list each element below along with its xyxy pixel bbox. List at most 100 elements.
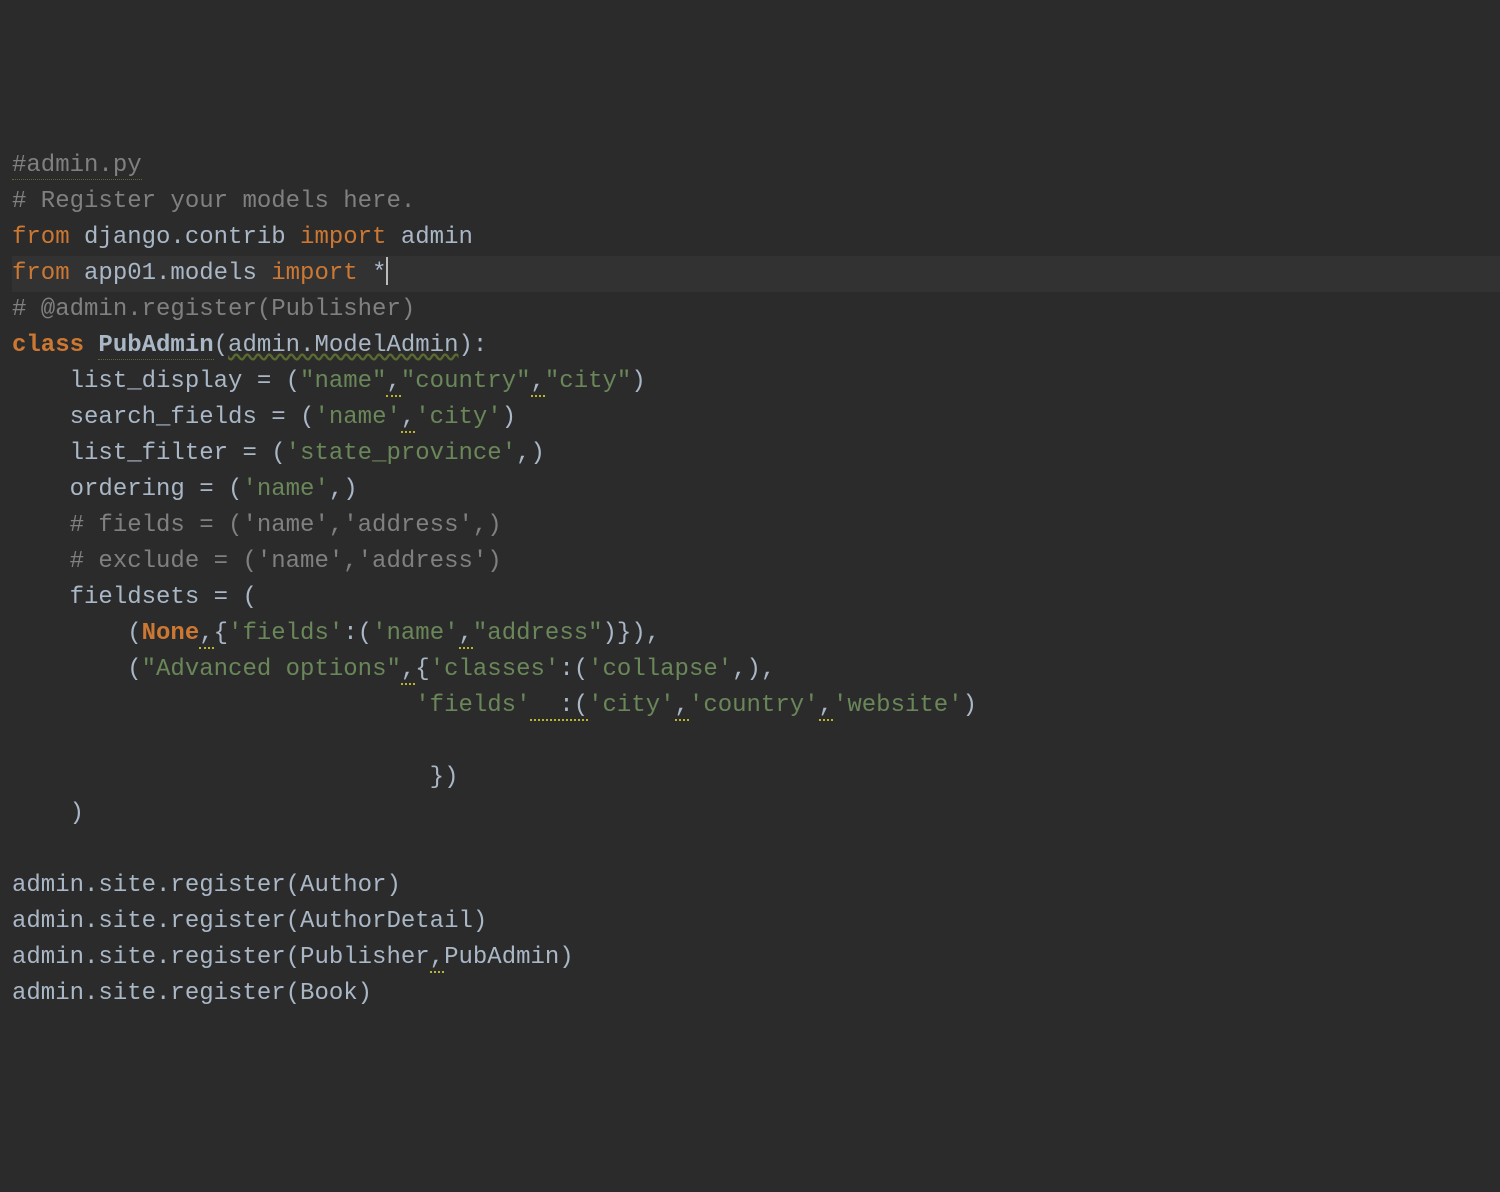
attr-assign: list_display = ( bbox=[70, 368, 300, 395]
brace: { bbox=[415, 656, 429, 683]
code-line[interactable]: class PubAdmin(admin.ModelAdmin): bbox=[12, 328, 1500, 364]
indent bbox=[12, 512, 70, 539]
attr-assign: list_filter = ( bbox=[70, 440, 286, 467]
string: 'fields' bbox=[228, 620, 343, 647]
code-line[interactable]: # exclude = ('name','address') bbox=[12, 544, 1500, 580]
paren: ) bbox=[502, 404, 516, 431]
code-line[interactable]: admin.site.register(Publisher,PubAdmin) bbox=[12, 940, 1500, 976]
class-name: PubAdmin bbox=[98, 332, 213, 360]
call: PubAdmin) bbox=[444, 944, 574, 971]
comma: , bbox=[199, 620, 213, 649]
string: 'website' bbox=[833, 692, 963, 719]
close: }) bbox=[430, 764, 459, 791]
import-star: * bbox=[358, 260, 387, 287]
attr-assign: fieldsets = ( bbox=[70, 584, 257, 611]
brace: { bbox=[214, 620, 228, 647]
keyword-import: import bbox=[300, 224, 386, 251]
close: )}), bbox=[603, 620, 661, 647]
paren: ( bbox=[127, 620, 141, 647]
module-path: app01.models bbox=[70, 260, 272, 287]
builtin-none: None bbox=[142, 620, 200, 647]
string: 'city' bbox=[415, 404, 501, 431]
string: 'country' bbox=[689, 692, 819, 719]
code-line[interactable]: ("Advanced options",{'classes':('collaps… bbox=[12, 652, 1500, 688]
code-line[interactable]: #admin.py bbox=[12, 148, 1500, 184]
code-line[interactable]: admin.site.register(Book) bbox=[12, 976, 1500, 1012]
comment: # fields = ('name','address',) bbox=[70, 512, 502, 539]
comma: , bbox=[386, 368, 400, 397]
comment: # @admin.register(Publisher) bbox=[12, 296, 415, 323]
code-line[interactable]: ordering = ('name',) bbox=[12, 472, 1500, 508]
code-line-current[interactable]: from app01.models import * bbox=[12, 256, 1500, 292]
paren: ) bbox=[963, 692, 977, 719]
string: "country" bbox=[401, 368, 531, 395]
indent bbox=[12, 800, 70, 827]
paren: ,) bbox=[516, 440, 545, 467]
indent bbox=[12, 764, 430, 791]
paren: ,) bbox=[329, 476, 358, 503]
code-editor[interactable]: #admin.py # Register your models here. fro… bbox=[12, 148, 1500, 1012]
import-name: admin bbox=[386, 224, 472, 251]
comma: , bbox=[819, 692, 833, 721]
keyword-from: from bbox=[12, 260, 70, 287]
code-line[interactable]: }) bbox=[12, 760, 1500, 796]
keyword-import: import bbox=[271, 260, 357, 287]
code-line[interactable] bbox=[12, 724, 1500, 760]
string: "city" bbox=[545, 368, 631, 395]
call: admin.site.register(Author) bbox=[12, 872, 401, 899]
code-line[interactable]: 'fields' :('city','country','website') bbox=[12, 688, 1500, 724]
paren: ): bbox=[458, 332, 487, 359]
colon: :( bbox=[530, 692, 588, 721]
comment: # Register your models here. bbox=[12, 188, 415, 215]
colon-paren: :( bbox=[559, 656, 588, 683]
string: 'collapse' bbox=[588, 656, 732, 683]
indent bbox=[12, 548, 70, 575]
comma: , bbox=[401, 404, 415, 433]
code-line[interactable]: list_filter = ('state_province',) bbox=[12, 436, 1500, 472]
comma: , bbox=[430, 944, 444, 973]
string: "name" bbox=[300, 368, 386, 395]
call: admin.site.register(Publisher bbox=[12, 944, 430, 971]
string: "Advanced options" bbox=[142, 656, 401, 683]
comma: , bbox=[401, 656, 415, 685]
paren: ( bbox=[127, 656, 141, 683]
attr-assign: search_fields = ( bbox=[70, 404, 315, 431]
code-line[interactable]: # Register your models here. bbox=[12, 184, 1500, 220]
string: 'state_province' bbox=[286, 440, 516, 467]
module-path: django.contrib bbox=[70, 224, 300, 251]
code-line[interactable]: # @admin.register(Publisher) bbox=[12, 292, 1500, 328]
comment: # exclude = ('name','address') bbox=[70, 548, 502, 575]
code-line[interactable]: # fields = ('name','address',) bbox=[12, 508, 1500, 544]
comma: , bbox=[675, 692, 689, 721]
code-line[interactable]: admin.site.register(Author) bbox=[12, 868, 1500, 904]
string: 'city' bbox=[588, 692, 674, 719]
close: ) bbox=[70, 800, 84, 827]
paren: ( bbox=[214, 332, 228, 359]
code-line[interactable] bbox=[12, 832, 1500, 868]
colon-paren: :( bbox=[343, 620, 372, 647]
code-line[interactable]: from django.contrib import admin bbox=[12, 220, 1500, 256]
indent bbox=[12, 620, 127, 647]
keyword-from: from bbox=[12, 224, 70, 251]
string: 'classes' bbox=[430, 656, 560, 683]
code-line[interactable]: fieldsets = ( bbox=[12, 580, 1500, 616]
comma: , bbox=[531, 368, 545, 397]
indent bbox=[12, 368, 70, 395]
indent bbox=[12, 404, 70, 431]
text-caret-icon bbox=[386, 257, 388, 285]
base-class: admin.ModelAdmin bbox=[228, 332, 458, 359]
attr-assign: ordering = ( bbox=[70, 476, 243, 503]
code-line[interactable]: ) bbox=[12, 796, 1500, 832]
indent bbox=[12, 584, 70, 611]
code-line[interactable]: admin.site.register(AuthorDetail) bbox=[12, 904, 1500, 940]
code-line[interactable]: list_display = ("name","country","city") bbox=[12, 364, 1500, 400]
code-line[interactable]: search_fields = ('name','city') bbox=[12, 400, 1500, 436]
code-line[interactable]: (None,{'fields':('name',"address")}), bbox=[12, 616, 1500, 652]
string: 'name' bbox=[242, 476, 328, 503]
indent bbox=[12, 476, 70, 503]
close: ,), bbox=[732, 656, 775, 683]
indent bbox=[12, 656, 127, 683]
string: 'fields' bbox=[415, 692, 530, 719]
paren: ) bbox=[631, 368, 645, 395]
call: admin.site.register(Book) bbox=[12, 980, 372, 1007]
